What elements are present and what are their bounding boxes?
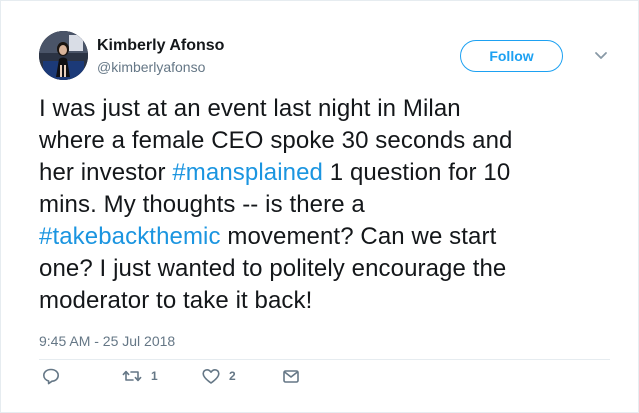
tweet-text-line: where a female CEO spoke 30 seconds and [39,125,614,157]
tweet-timestamp[interactable]: 9:45 AM - 25 Jul 2018 [39,332,175,350]
tweet-text-segment: 1 question for 10 [323,159,511,186]
like-count: 2 [229,369,236,383]
follow-button[interactable]: Follow [460,40,563,72]
retweet-icon [121,367,143,385]
author-display-name[interactable]: Kimberly Afonso [97,36,224,56]
tweet-text-line: one? I just wanted to politely encourage… [39,253,614,285]
author-identity[interactable]: Kimberly Afonso @kimberlyafonso [97,36,224,77]
tweet-text-segment: where a female CEO spoke 30 seconds and [39,127,513,154]
author-handle[interactable]: @kimberlyafonso [97,58,224,77]
tweet-card: Kimberly Afonso @kimberlyafonso Follow I… [0,0,639,413]
tweet-text-segment: one? I just wanted to politely encourage… [39,255,507,282]
reply-button[interactable] [41,365,69,387]
tweet-text-line: moderator to take it back! [39,285,614,317]
tweet-header: Kimberly Afonso @kimberlyafonso Follow [39,31,610,83]
tweet-actions: 1 2 [39,365,339,387]
avatar-image [39,31,88,80]
hashtag-link[interactable]: #mansplained [172,159,323,186]
tweet-text-segment: mins. My thoughts -- is there a [39,191,365,218]
hashtag-link[interactable]: #takebackthemic [39,223,221,250]
divider [39,359,610,360]
tweet-text-segment: her investor [39,159,173,186]
tweet-text-segment: I was just at an event last night in Mil… [39,95,461,122]
tweet-text-line: her investor #mansplained 1 question for… [39,157,614,189]
envelope-icon [281,367,301,385]
tweet-text-line: #takebackthemic movement? Can we start [39,221,614,253]
tweet-text-line: mins. My thoughts -- is there a [39,189,614,221]
direct-message-button[interactable] [281,365,309,387]
tweet-text-segment: movement? Can we start [220,223,497,250]
reply-icon [41,367,61,385]
avatar[interactable] [39,31,88,80]
tweet-text-segment: moderator to take it back! [39,287,313,314]
like-button[interactable]: 2 [201,365,236,387]
tweet-text-line: I was just at an event last night in Mil… [39,93,614,125]
retweet-button[interactable]: 1 [121,365,158,387]
chevron-down-icon[interactable] [592,46,610,64]
tweet-text: I was just at an event last night in Mil… [39,93,614,317]
heart-icon [201,367,221,385]
retweet-count: 1 [151,369,158,383]
